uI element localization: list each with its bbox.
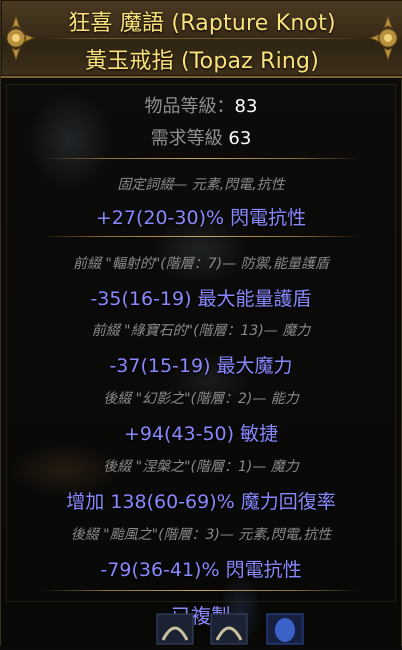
item-level-label: 物品等級： (144, 96, 235, 117)
affix-header: 後綴 "颱風之"(階層：3)— 元素,閃電,抗性 (70, 527, 332, 543)
item-level-value: 83 (234, 96, 258, 117)
implicit-mod: +27(20-30)% 閃電抗性 (95, 207, 307, 229)
item-tooltip: 狂喜 魔語 (Rapture Knot) 黃玉戒指 (Topaz Ring) 物… (0, 0, 402, 646)
inventory-item-icon[interactable] (263, 606, 307, 646)
mirrored-status: 已複製 (171, 604, 231, 628)
affix-header: 前綴 "綠寶石的"(階層：13)— 魔力 (91, 323, 311, 339)
affix-mod: -37(15-19) 最大魔力 (109, 355, 293, 377)
affix-mod: +94(43-50) 敏捷 (123, 423, 279, 445)
affix-header: 前綴 "輻射的"(階層：7)— 防禦,能量護盾 (72, 256, 330, 272)
affix-mod: 增加 138(60-69)% 魔力回復率 (66, 491, 336, 513)
required-level-row: 需求等級 63 (1, 124, 401, 150)
affix-mod: -35(16-19) 最大能量護盾 (90, 288, 312, 310)
item-base-type: 黃玉戒指 (Topaz Ring) (84, 49, 319, 74)
item-name-header: 狂喜 魔語 (Rapture Knot) 黃玉戒指 (Topaz Ring) (1, 0, 402, 78)
item-name: 狂喜 魔語 (Rapture Knot) (68, 11, 336, 36)
header-divider (41, 38, 363, 39)
separator (41, 236, 361, 237)
inventory-item-icon[interactable] (153, 606, 197, 646)
affix-header: 後綴 "涅槃之"(階層：1)— 魔力 (103, 459, 299, 475)
inventory-item-icon[interactable] (207, 606, 251, 646)
affix-mod: -79(36-41)% 閃電抗性 (100, 559, 302, 581)
affix-header: 後綴 "幻影之"(階層：2)— 能力 (103, 391, 299, 407)
item-level-row: 物品等級：83 (1, 92, 401, 118)
implicit-mod-header: 固定詞綴— 元素,閃電,抗性 (117, 177, 285, 193)
required-level-label: 需求等級 (150, 128, 223, 149)
separator (41, 158, 361, 159)
required-level-value: 63 (228, 128, 252, 149)
separator (41, 590, 361, 591)
